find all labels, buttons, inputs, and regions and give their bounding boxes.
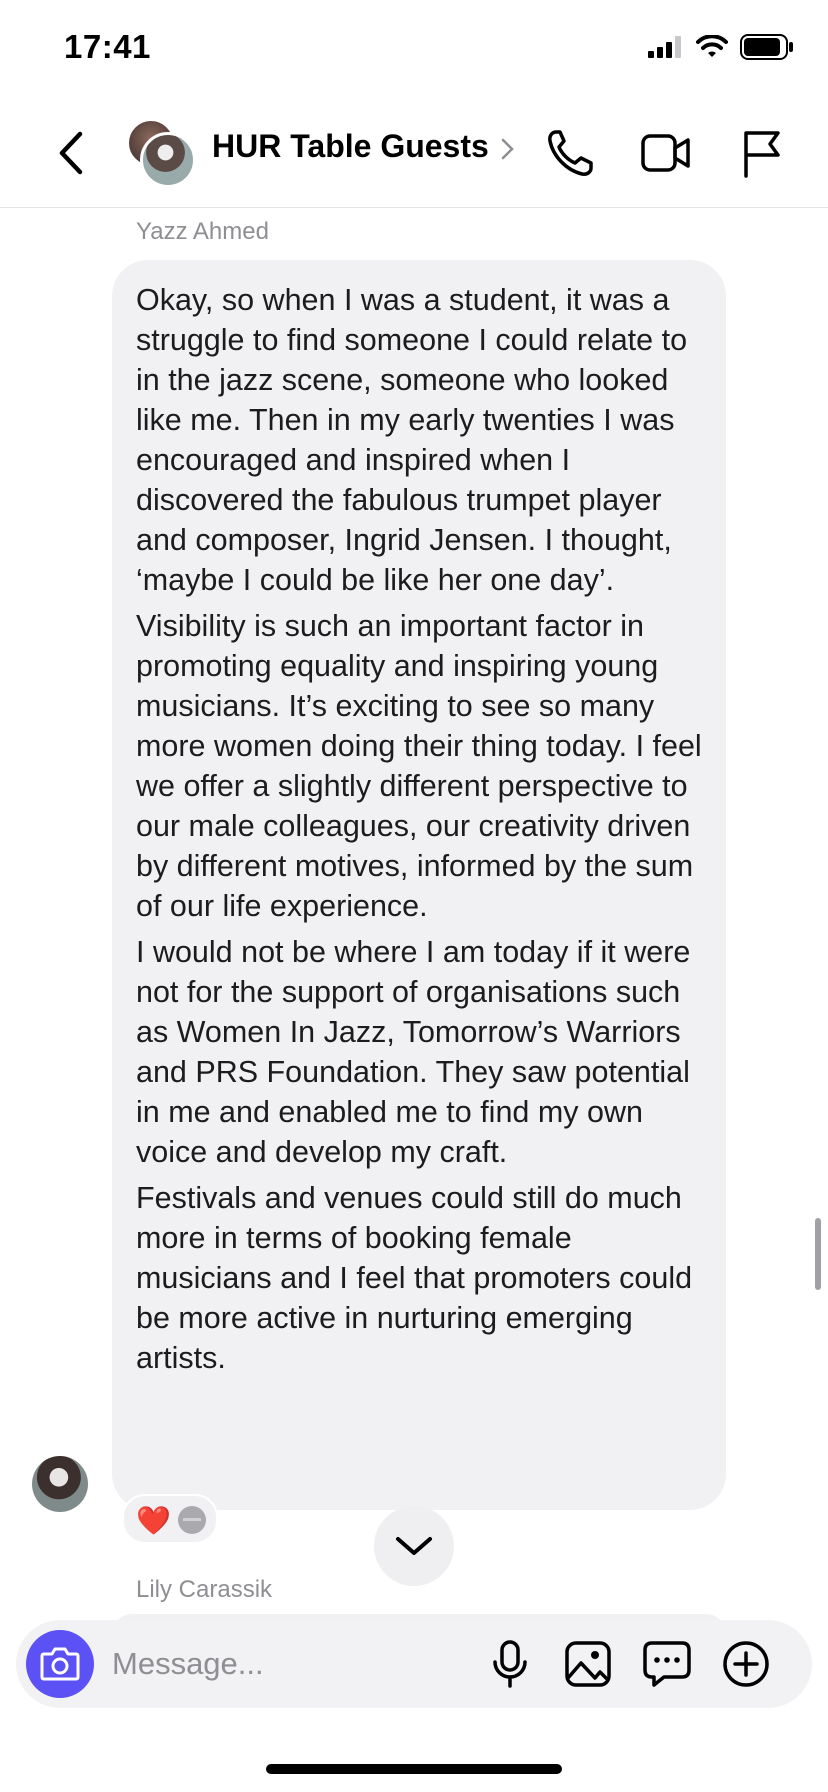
reactions-pill[interactable]: ❤️ [122, 1494, 218, 1544]
wifi-icon [696, 35, 728, 57]
battery-icon [740, 34, 793, 60]
message-bubble[interactable]: Okay, so when I was a student, it was a … [112, 260, 726, 1510]
back-icon[interactable] [52, 126, 92, 180]
chevron-right-icon[interactable] [500, 134, 516, 164]
status-icons [648, 34, 794, 60]
phone-icon[interactable] [546, 128, 594, 178]
scrollbar[interactable] [815, 1218, 821, 1290]
sender-name: Lily Carassik [136, 1576, 273, 1603]
video-icon[interactable] [640, 128, 692, 178]
message-input[interactable]: Message... [112, 1646, 264, 1682]
group-avatar[interactable] [126, 118, 196, 188]
message-paragraph: I would not be where I am today if it we… [136, 935, 691, 1169]
message-composer: Message... [16, 1620, 812, 1708]
member-avatar [140, 132, 196, 188]
microphone-icon[interactable] [490, 1640, 530, 1688]
message-paragraph: Okay, so when I was a student, it was a … [136, 283, 688, 597]
image-icon[interactable] [564, 1640, 612, 1688]
status-time: 17:41 [64, 28, 151, 65]
avatar[interactable] [32, 1456, 88, 1512]
cellular-signal-icon [648, 36, 681, 58]
sender-name: Yazz Ahmed [136, 218, 269, 245]
message-paragraph: Visibility is such an important factor i… [136, 609, 702, 923]
sticker-icon[interactable] [642, 1640, 692, 1688]
flag-icon[interactable] [740, 128, 784, 178]
reaction-heart: ❤️ [136, 1505, 171, 1536]
chevron-down-icon [396, 1537, 432, 1555]
scroll-to-bottom-button[interactable] [374, 1506, 454, 1586]
message-paragraph: Festivals and venues could still do much… [136, 1181, 693, 1375]
camera-icon [40, 1647, 80, 1681]
add-icon[interactable] [722, 1640, 770, 1688]
chat-header: HUR Table Guests [0, 100, 828, 208]
reactor-avatar [178, 1506, 206, 1534]
camera-button[interactable] [26, 1630, 94, 1698]
status-bar: 17:41 [0, 0, 828, 100]
group-title[interactable]: HUR Table Guests [212, 128, 489, 165]
home-indicator[interactable] [266, 1764, 562, 1774]
